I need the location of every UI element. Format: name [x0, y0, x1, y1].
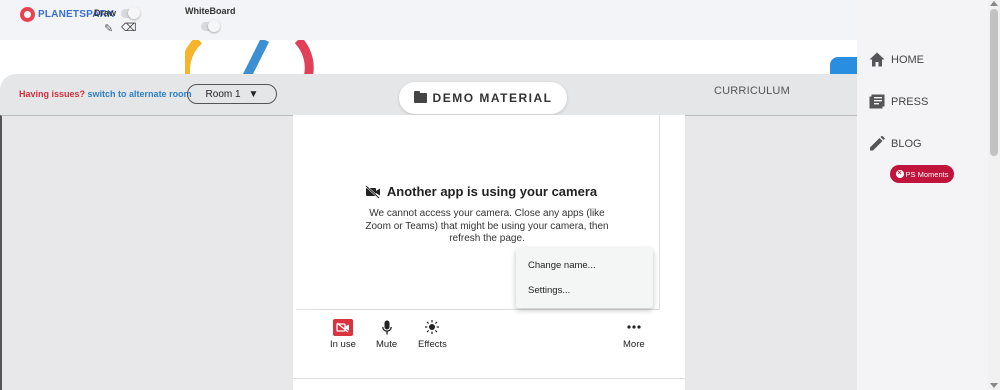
dropdown-arrow-icon: ▼	[248, 88, 259, 100]
blog-pencil-icon	[870, 136, 885, 151]
camera-off-red-icon	[332, 318, 353, 336]
menu-item-settings[interactable]: Settings...	[516, 278, 653, 303]
scroll-up-arrow-icon[interactable]	[990, 1, 998, 6]
camera-in-use-icon-wrap	[332, 318, 353, 336]
ps-moments-label: PS Moments	[905, 169, 949, 179]
divider	[293, 378, 685, 379]
close-circle-icon: ×	[895, 170, 904, 178]
microphone-icon	[381, 318, 392, 336]
sidebar-item-home[interactable]: HOME	[869, 52, 924, 67]
sidebar-press-label: PRESS	[891, 95, 929, 108]
camera-error-title: Another app is using your camera	[296, 184, 666, 199]
draw-toggle[interactable]	[121, 7, 140, 19]
more-dots-icon	[627, 318, 641, 336]
sidebar-item-blog[interactable]: BLOG	[869, 136, 922, 151]
home-icon	[869, 52, 885, 67]
top-toolbar: PLANETSPARK Draw ✎ ⌫ WhiteBoard	[0, 0, 857, 40]
demo-material-button[interactable]: DEMO MATERIAL	[399, 82, 567, 114]
more-context-menu: Change name... Settings...	[516, 248, 653, 308]
eraser-icon[interactable]: ⌫	[121, 21, 137, 34]
room-select[interactable]: Room 1 ▼	[187, 84, 277, 104]
room-header: Having issues? switch to alternate room …	[0, 74, 857, 115]
demo-material-label: DEMO MATERIAL	[432, 91, 553, 105]
ps-moments-button[interactable]: × PS Moments	[890, 165, 954, 183]
pencil-icon[interactable]: ✎	[104, 22, 113, 35]
effects-sun-icon	[425, 318, 440, 336]
alternate-room-link[interactable]: switch to alternate room	[88, 89, 192, 99]
sidebar-item-press[interactable]: PRESS	[869, 94, 928, 109]
call-controls: In use Mute Effects More	[318, 309, 659, 351]
more-label: More	[623, 339, 645, 350]
in-use-label: In use	[330, 339, 356, 350]
scroll-down-arrow-icon[interactable]	[990, 383, 998, 388]
camera-off-icon	[365, 184, 380, 199]
mute-button[interactable]: Mute	[376, 318, 397, 350]
camera-error-description: We cannot access your camera. Close any …	[365, 208, 609, 244]
logo-mascot-icon	[20, 7, 35, 22]
right-sidebar: HOME PRESS BLOG × PS Moments	[857, 0, 988, 390]
menu-item-change-name[interactable]: Change name...	[516, 253, 653, 278]
more-button[interactable]: More	[623, 318, 645, 350]
draw-label: Draw	[94, 8, 117, 18]
whiteboard-label: WhiteBoard	[185, 6, 236, 16]
sidebar-home-label: HOME	[891, 53, 924, 66]
press-newspaper-icon	[869, 94, 885, 109]
effects-button[interactable]: Effects	[418, 318, 447, 350]
page: PLANETSPARK Draw ✎ ⌫ WhiteBoard ☝ Having…	[0, 0, 1000, 390]
effects-label: Effects	[418, 339, 447, 350]
room-select-value: Room 1	[205, 88, 241, 100]
whiteboard-toggle[interactable]	[201, 20, 220, 32]
issues-text: Having issues?	[19, 89, 86, 99]
folder-icon	[413, 91, 427, 103]
camera-in-use-button[interactable]: In use	[330, 318, 356, 350]
curriculum-tab[interactable]: CURRICULUM	[714, 85, 790, 97]
mute-label: Mute	[376, 339, 398, 350]
issues-notice: Having issues? switch to alternate room	[19, 89, 192, 99]
scrollbar-thumb[interactable]	[990, 9, 998, 156]
camera-error-title-text: Another app is using your camera	[386, 184, 598, 199]
sidebar-blog-label: BLOG	[891, 137, 922, 150]
